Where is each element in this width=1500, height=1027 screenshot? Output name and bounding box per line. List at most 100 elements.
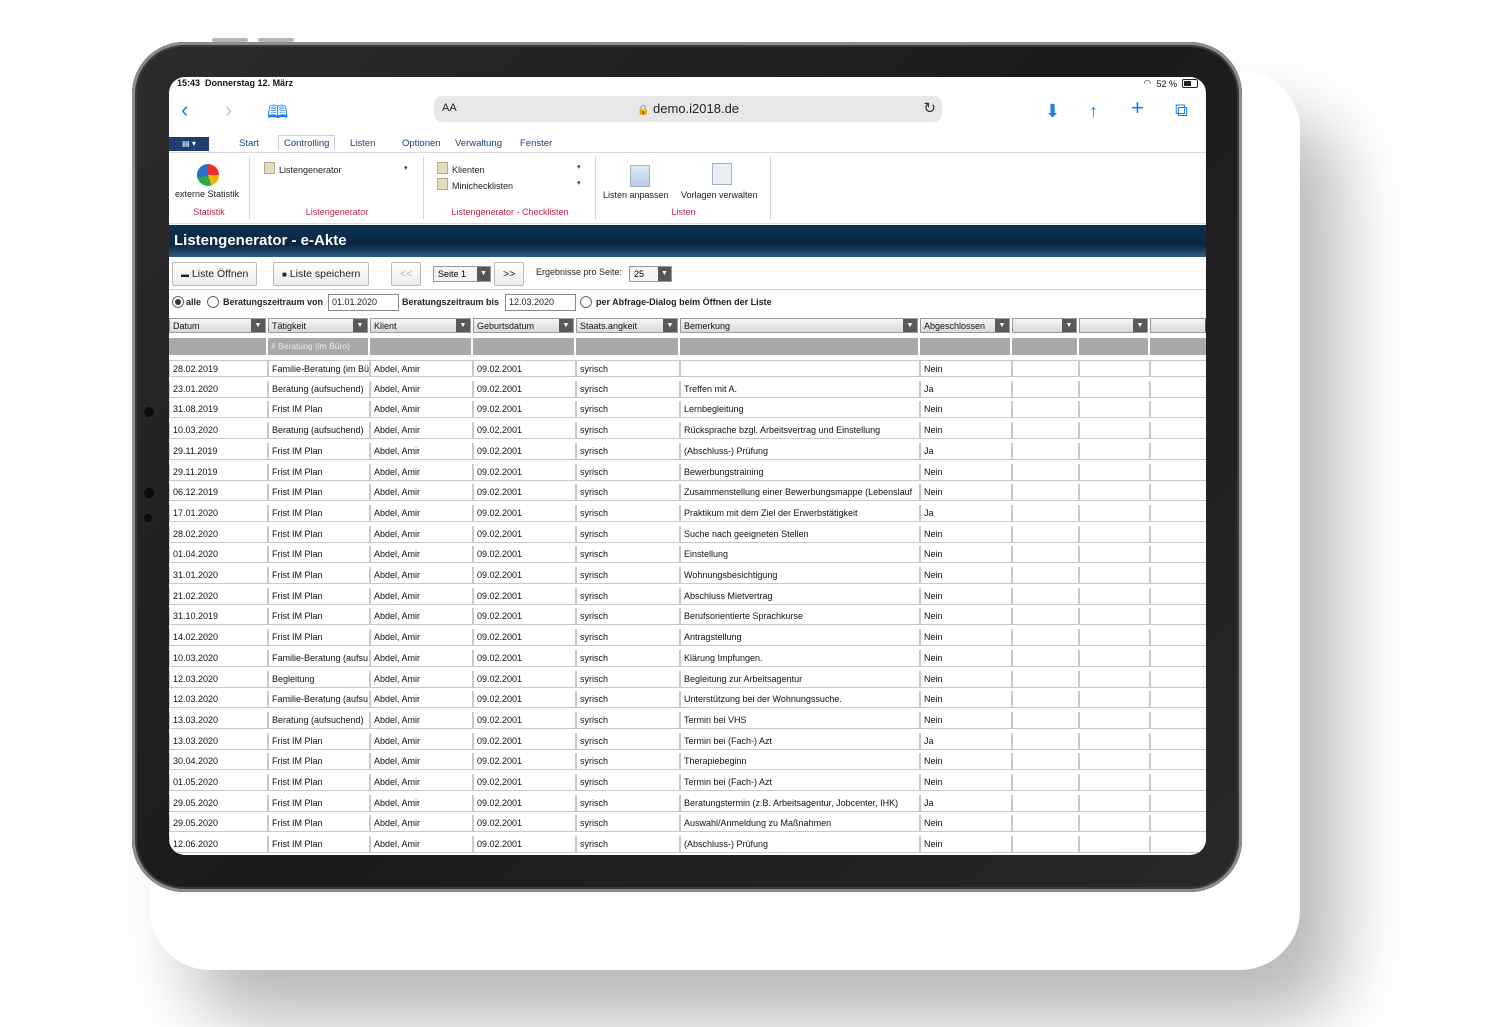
menu-listen[interactable]: Listen [350, 138, 375, 149]
listen-anpassen-button[interactable]: Listen anpassen [603, 190, 669, 200]
column-filter-field[interactable] [370, 338, 473, 355]
table-cell: Nein [920, 629, 1012, 647]
column-filter-field[interactable]: # Beratung (im Büro) [268, 338, 370, 355]
column-header[interactable]: Bemerkung ▼ [680, 318, 918, 333]
column-menu-icon[interactable]: ▼ [251, 319, 265, 332]
table-cell: Abdel, Amir [370, 360, 473, 377]
table-cell: 09.02.2001 [473, 525, 576, 543]
menu-optionen[interactable]: Optionen [402, 138, 441, 149]
column-header[interactable]: Tätigkeit ▼ [268, 318, 368, 333]
table-cell: Abdel, Amir [370, 463, 473, 481]
table-cell: 21.02.2020 [169, 587, 268, 605]
column-menu-icon[interactable]: ▼ [1205, 319, 1206, 332]
column-header[interactable]: ▼ [1079, 318, 1148, 333]
table-cell: syrisch [576, 401, 680, 419]
table-cell: Lernbegleitung [680, 401, 920, 419]
column-header[interactable]: ▼ [1012, 318, 1077, 333]
column-menu-icon[interactable]: ▼ [353, 319, 367, 332]
column-menu-icon[interactable]: ▼ [559, 319, 573, 332]
table-cell [1150, 587, 1206, 605]
prev-page-button[interactable]: << [391, 262, 422, 286]
column-menu-icon[interactable]: ▼ [903, 319, 917, 332]
ribbon-group-listen: Listen anpassen Vorlagen verwalten Liste… [597, 157, 771, 219]
column-header[interactable]: Abgeschlossen ▼ [920, 318, 1010, 333]
chevron-down-icon[interactable]: ▾ [577, 179, 581, 187]
chevron-down-icon: ▼ [477, 267, 490, 281]
chevron-down-icon[interactable]: ▾ [577, 163, 581, 171]
vorlagen-verwalten-button[interactable]: Vorlagen verwalten [681, 190, 758, 200]
table-cell: Abdel, Amir [370, 649, 473, 667]
to-date-field[interactable]: 12.03.2020 [505, 294, 576, 311]
table-cell [1012, 629, 1079, 647]
table-cell [1012, 567, 1079, 584]
external-statistics-button[interactable]: externe Statistik [175, 189, 239, 199]
next-page-button[interactable]: >> [494, 262, 525, 286]
page-select[interactable]: Seite 1 ▼ [433, 266, 491, 282]
table-cell: syrisch [576, 525, 680, 543]
tabs-icon[interactable]: ⧉ [1175, 99, 1188, 121]
table-cell: syrisch [576, 649, 680, 667]
back-icon[interactable]: ‹ [181, 99, 188, 121]
radio-dialog[interactable] [580, 296, 592, 308]
new-tab-icon[interactable]: + [1131, 97, 1144, 119]
save-list-button[interactable]: ■ Liste speichern [273, 262, 370, 286]
menu-verwaltung[interactable]: Verwaltung [455, 138, 502, 149]
table-cell [1150, 711, 1206, 729]
table-cell [1079, 525, 1150, 543]
column-menu-icon[interactable]: ▼ [1133, 319, 1147, 332]
dialog-label: per Abfrage-Dialog beim Öffnen der Liste [596, 297, 772, 307]
column-filter-field[interactable] [1079, 338, 1150, 355]
column-filter-field[interactable] [680, 338, 920, 355]
table-cell [1150, 691, 1206, 709]
listengenerator-dropdown[interactable]: Listengenerator [264, 162, 342, 175]
menu-start[interactable]: Start [239, 138, 259, 149]
column-filter-field[interactable] [576, 338, 680, 355]
column-header[interactable]: Geburtsdatum ▼ [473, 318, 574, 333]
app-menu-bar: ▤ ▾ Start Controlling Listen Optionen Ve… [169, 135, 1206, 153]
column-header[interactable]: Staats.angkeit ▼ [576, 318, 678, 333]
table-cell: 12.03.2020 [169, 670, 268, 688]
minichecklisten-dropdown[interactable]: Minichecklisten [437, 178, 513, 191]
column-menu-icon[interactable]: ▼ [1062, 319, 1076, 332]
column-menu-icon[interactable]: ▼ [663, 319, 677, 332]
forward-icon[interactable]: › [225, 99, 232, 121]
column-header[interactable]: ▼ [1150, 318, 1206, 333]
address-bar[interactable]: AA 🔒 demo.i2018.de ↻ [434, 96, 942, 122]
column-header[interactable]: Klient ▼ [370, 318, 471, 333]
radio-date-range[interactable] [207, 296, 219, 308]
column-menu-icon[interactable]: ▼ [456, 319, 470, 332]
table-cell: Termin bei (Fach-) Azt [680, 732, 920, 750]
chevron-down-icon[interactable]: ▾ [404, 164, 408, 172]
table-cell [1012, 504, 1079, 522]
results-per-page-select[interactable]: 25 ▼ [629, 266, 672, 282]
download-icon[interactable]: ⬇ [1045, 100, 1060, 122]
app-menu-button[interactable]: ▤ ▾ [169, 137, 209, 151]
column-filter-field[interactable] [920, 338, 1012, 355]
bookmarks-icon[interactable]: 🕮 [267, 101, 288, 123]
table-cell: 29.05.2020 [169, 815, 268, 833]
table-cell: Frist IM Plan [268, 442, 370, 460]
column-filter-field[interactable] [473, 338, 576, 355]
menu-controlling[interactable]: Controlling [278, 135, 336, 151]
column-filter-field[interactable] [1012, 338, 1079, 355]
column-header[interactable]: Datum ▼ [169, 318, 266, 333]
from-date-field[interactable]: 01.01.2020 [328, 294, 399, 311]
radio-all[interactable] [172, 296, 184, 308]
table-cell: 09.02.2001 [473, 484, 576, 502]
menu-fenster[interactable]: Fenster [520, 138, 552, 149]
table-cell: Praktikum mit dem Ziel der Erwerbstätigk… [680, 504, 920, 522]
reload-icon[interactable]: ↻ [923, 99, 936, 117]
table-cell: Frist IM Plan [268, 815, 370, 833]
volume-button [212, 38, 248, 42]
column-filter-field[interactable] [169, 338, 268, 355]
group-label: Listengenerator - Checklisten [451, 207, 569, 217]
table-cell [1150, 670, 1206, 688]
table-cell: 29.05.2020 [169, 794, 268, 812]
table-cell: 13.03.2020 [169, 732, 268, 750]
klienten-dropdown[interactable]: Klienten [437, 162, 485, 175]
share-icon[interactable]: ↑ [1089, 100, 1098, 122]
table-cell: 31.08.2019 [169, 401, 268, 419]
column-menu-icon[interactable]: ▼ [995, 319, 1009, 332]
open-list-button[interactable]: ▬ Liste Öffnen [172, 262, 258, 286]
column-filter-field[interactable] [1150, 338, 1206, 355]
